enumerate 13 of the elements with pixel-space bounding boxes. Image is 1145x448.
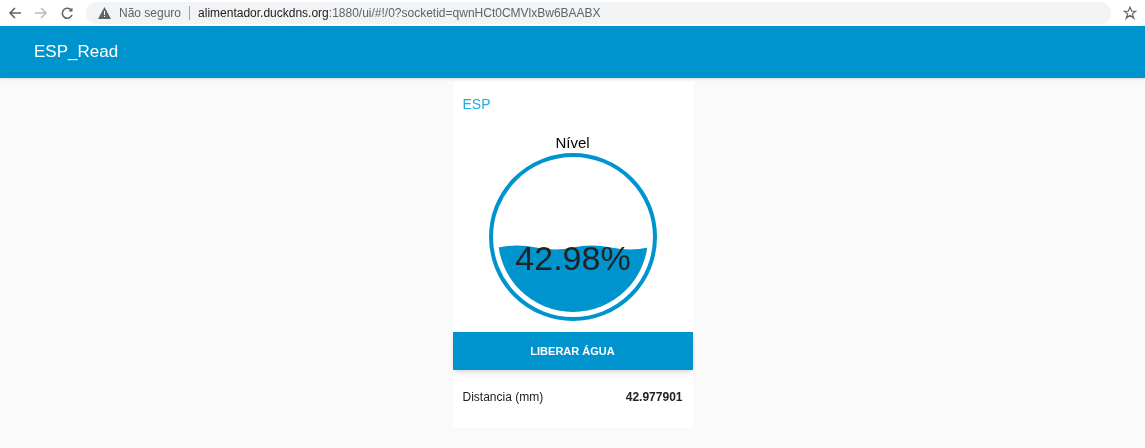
app-title: ESP_Read bbox=[34, 41, 119, 64]
reload-icon[interactable] bbox=[60, 6, 74, 20]
url-text: alimentador.duckdns.org:1880/ui/#!/0?socketid=qwnHCt0CMVlxBw6BAABX bbox=[198, 5, 601, 22]
gauge-label: Nível bbox=[554, 135, 591, 150]
security-label: Não seguro bbox=[119, 5, 182, 22]
address-bar[interactable]: Não seguro alimentador.duckdns.org:1880/ui/#!/0?socketid=qwnHCt0CMVlxBw6BAABX bbox=[86, 2, 1111, 24]
gauge-reading: 42.98% bbox=[514, 239, 631, 277]
readout-value: 42.977901 bbox=[625, 389, 683, 406]
warning-icon bbox=[98, 7, 111, 19]
star-icon[interactable] bbox=[1123, 6, 1137, 20]
back-icon[interactable] bbox=[8, 6, 22, 20]
card-title: ESP bbox=[461, 95, 492, 114]
readout-label: Distancia (mm) bbox=[462, 389, 544, 406]
